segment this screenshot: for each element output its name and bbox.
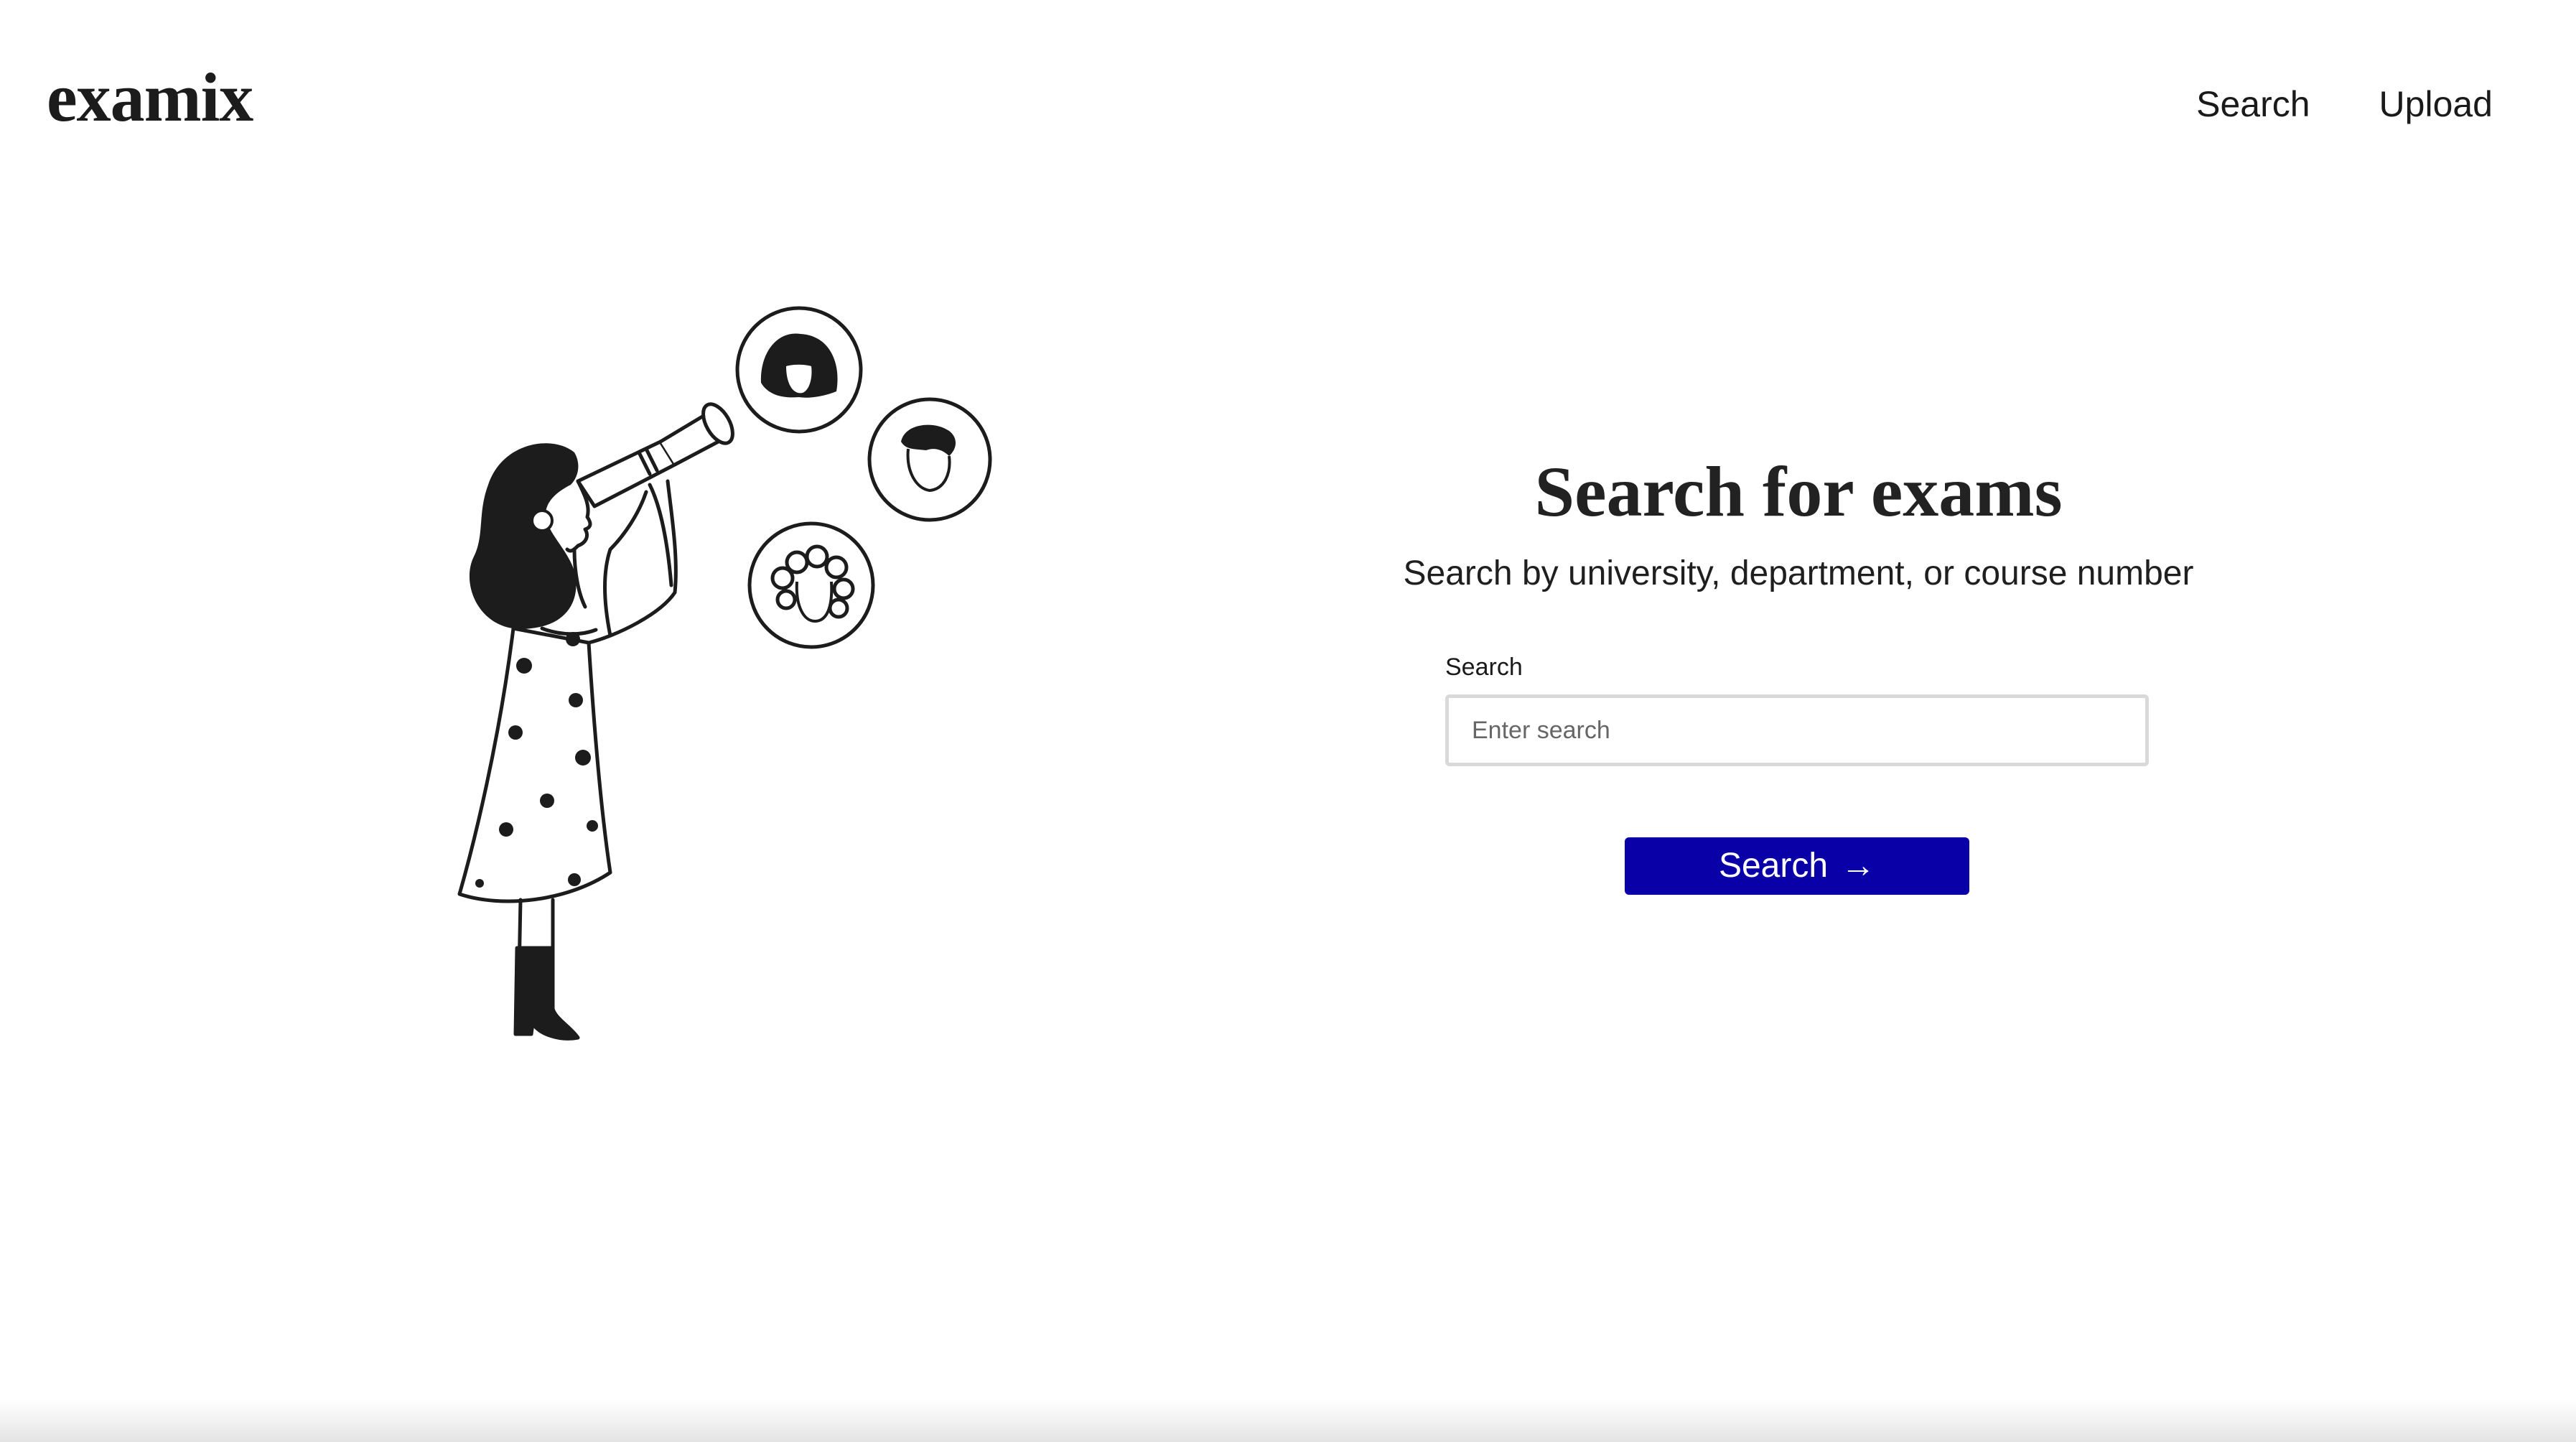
woman-with-telescope-illustration xyxy=(457,306,992,1041)
page-title: Search for exams xyxy=(1534,452,2063,531)
bottom-shadow xyxy=(0,1399,2576,1442)
logo[interactable]: examix xyxy=(47,63,253,132)
search-panel: Search for exams Search by university, d… xyxy=(1364,452,2233,895)
arrow-right-icon: → xyxy=(1841,847,1876,885)
search-input[interactable] xyxy=(1445,694,2149,766)
man-face-icon xyxy=(867,397,992,522)
woman-face-icon xyxy=(735,306,863,434)
search-label: Search xyxy=(1445,653,1523,681)
curly-hair-face-icon xyxy=(747,521,875,649)
search-field: Search xyxy=(1445,653,2149,766)
nav-search-link[interactable]: Search xyxy=(2196,86,2310,122)
search-button[interactable]: Search → xyxy=(1625,837,1969,895)
search-button-label: Search xyxy=(1718,847,1829,885)
page: examix Search Upload Search for exams Se… xyxy=(0,0,2576,1442)
nav-upload-link[interactable]: Upload xyxy=(2379,86,2493,122)
page-subtitle: Search by university, department, or cou… xyxy=(1403,554,2194,592)
top-nav: Search Upload xyxy=(2196,86,2493,122)
